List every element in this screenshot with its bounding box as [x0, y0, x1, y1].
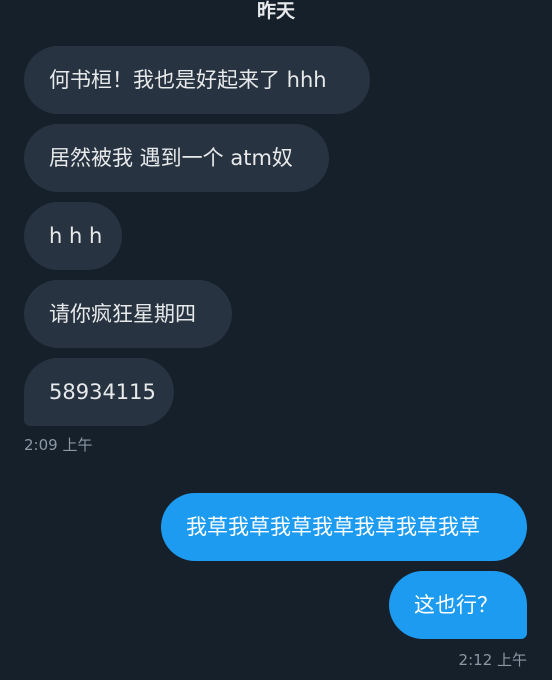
outgoing-message[interactable]: 我草我草我草我草我草我草我草 [161, 493, 527, 561]
incoming-message[interactable]: 请你疯狂星期四 [24, 280, 232, 348]
incoming-message[interactable]: 居然被我 遇到一个 atm奴 [24, 124, 329, 192]
incoming-timestamp: 2:09 上午 [24, 436, 93, 454]
outgoing-message[interactable]: 这也行？ [389, 571, 527, 639]
incoming-message[interactable]: h h h [24, 202, 122, 270]
message-text: 这也行？ [414, 593, 498, 617]
message-text: 请你疯狂星期四 [49, 302, 196, 326]
incoming-message[interactable]: 58934115 [24, 358, 174, 426]
incoming-message[interactable]: 何书桓！我也是好起来了 hhh [24, 46, 370, 114]
message-text: 58934115 [49, 380, 156, 404]
message-text: 居然被我 遇到一个 atm奴 [49, 146, 293, 170]
outgoing-timestamp: 2:12 上午 [458, 651, 527, 669]
message-text: 我草我草我草我草我草我草我草 [186, 515, 480, 539]
message-text: h h h [49, 224, 103, 248]
message-text: 何书桓！我也是好起来了 hhh [49, 68, 327, 92]
date-header: 昨天 [256, 0, 295, 22]
